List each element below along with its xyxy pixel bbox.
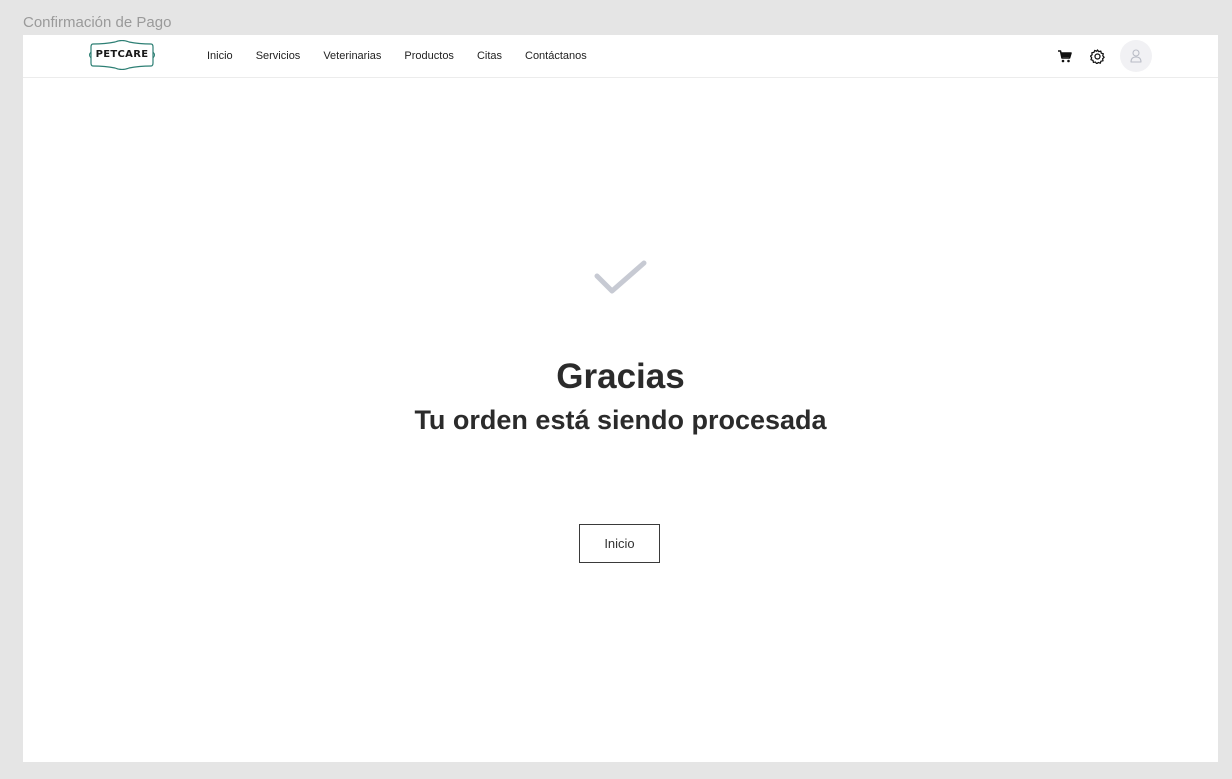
home-button[interactable]: Inicio [579, 524, 660, 563]
settings-icon [1089, 48, 1105, 64]
nav-link-citas[interactable]: Citas [477, 49, 502, 63]
user-avatar-button[interactable] [1120, 40, 1152, 72]
confirmation-title: Gracias [556, 357, 685, 396]
top-navbar: PETCARE Inicio Servicios Veterinarias Pr… [23, 35, 1218, 78]
user-icon [1130, 49, 1142, 63]
nav-link-veterinarias[interactable]: Veterinarias [323, 49, 381, 63]
confirmation-subtitle: Tu orden está siendo procesada [414, 405, 827, 435]
cart-button[interactable] [1056, 47, 1074, 65]
logo-text: PETCARE [95, 49, 149, 60]
nav-link-servicios[interactable]: Servicios [256, 49, 301, 63]
nav-link-contactanos[interactable]: Contáctanos [525, 49, 587, 63]
frame-title: Confirmación de Pago [23, 14, 172, 31]
nav-links: Inicio Servicios Veterinarias Productos … [207, 49, 610, 63]
cart-icon [1058, 49, 1072, 62]
petcare-logo[interactable]: PETCARE [87, 40, 157, 70]
checkmark-icon [594, 260, 647, 294]
page-frame: PETCARE Inicio Servicios Veterinarias Pr… [23, 35, 1218, 762]
nav-actions [1056, 39, 1152, 73]
settings-button[interactable] [1088, 47, 1106, 65]
nav-link-productos[interactable]: Productos [404, 49, 454, 63]
nav-link-inicio[interactable]: Inicio [207, 49, 233, 63]
